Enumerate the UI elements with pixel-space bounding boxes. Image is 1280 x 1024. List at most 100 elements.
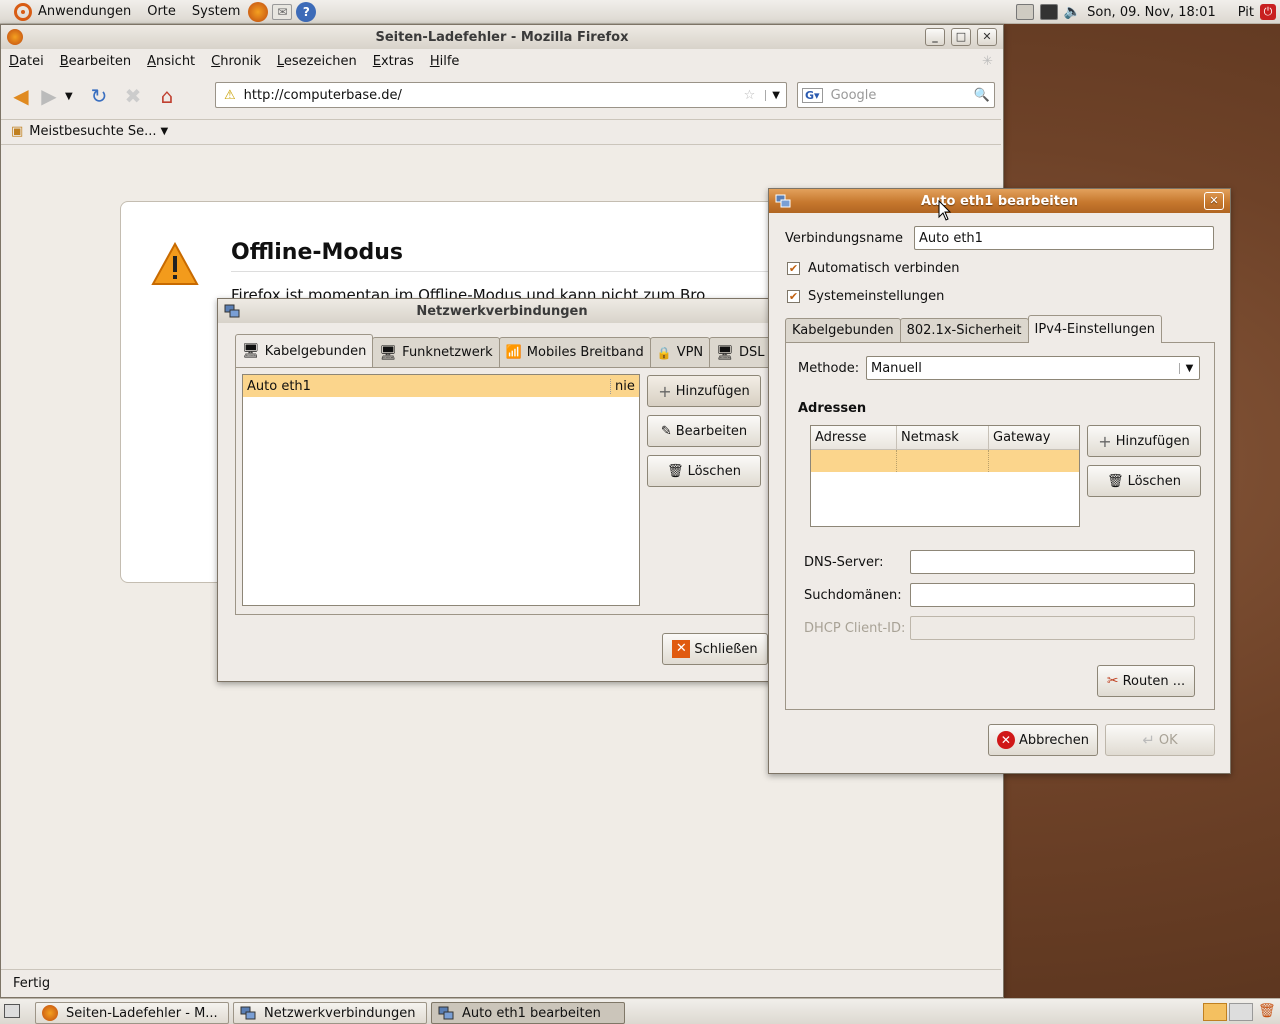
wireless-icon: 🖥 <box>379 344 398 361</box>
forward-icon[interactable]: ▶ <box>35 82 63 110</box>
menu-orte[interactable]: Orte <box>139 0 184 24</box>
power-icon[interactable]: ⏻ <box>1260 4 1276 20</box>
workspace-2[interactable] <box>1229 1003 1253 1021</box>
table-row[interactable] <box>811 450 1079 472</box>
close-icon: ✕ <box>672 640 691 658</box>
menu-bearbeiten[interactable]: Bearbeiten <box>52 54 139 69</box>
return-icon: ↵ <box>1142 731 1155 749</box>
system-tray: 🔈 Son, 09. Nov, 18:01 Pit ⏻ <box>1015 0 1280 24</box>
auto-connect-checkbox[interactable]: ✔ Automatisch verbinden <box>787 261 959 276</box>
task-firefox[interactable]: Seiten-Ladefehler - M... <box>35 1002 229 1024</box>
column-gateway[interactable]: Gateway <box>989 426 1079 449</box>
window-title: Netzwerkverbindungen <box>416 303 588 319</box>
system-settings-checkbox[interactable]: ✔ Systemeinstellungen <box>787 289 944 304</box>
history-dropdown-icon[interactable]: ▼ <box>65 91 79 102</box>
network-connections-icon <box>240 1006 256 1020</box>
search-icon[interactable]: 🔍 <box>974 88 990 103</box>
workspace-1[interactable] <box>1203 1003 1227 1021</box>
minimize-button[interactable]: _ <box>925 28 945 46</box>
task-network-connections[interactable]: Netzwerkverbindungen <box>233 1002 427 1024</box>
network-connections-icon <box>775 194 791 208</box>
trash-icon[interactable]: 🗑 <box>1258 1003 1276 1021</box>
cancel-icon: ✕ <box>996 731 1015 749</box>
close-button[interactable]: ✕ Schließen <box>662 633 768 665</box>
button-label: Bearbeiten <box>675 423 748 439</box>
window-title: Seiten-Ladefehler - Mozilla Firefox <box>375 29 629 45</box>
firefox-icon <box>42 1005 58 1021</box>
tab-ipv4-einstellungen[interactable]: IPv4-Einstellungen <box>1027 315 1162 343</box>
close-button[interactable]: ✕ <box>1204 192 1224 210</box>
check-icon: ✔ <box>787 290 800 303</box>
tab-kabelgebunden[interactable]: 🖥 Kabelgebunden <box>235 334 374 367</box>
search-domains-field[interactable] <box>910 583 1195 607</box>
menu-extras[interactable]: Extras <box>365 54 422 69</box>
search-placeholder: Google <box>830 87 877 103</box>
url-dropdown-icon[interactable]: ▼ <box>765 89 786 101</box>
menu-datei[interactable]: Datei <box>1 54 52 69</box>
search-bar[interactable]: G▾ Google 🔍 <box>797 82 995 108</box>
tab-vpn[interactable]: 🔒 VPN <box>649 337 711 367</box>
mail-icon[interactable]: ✉ <box>272 3 293 20</box>
menu-chronik[interactable]: Chronik <box>203 54 269 69</box>
google-icon[interactable]: G▾ <box>802 87 823 103</box>
column-adresse[interactable]: Adresse <box>811 426 897 449</box>
status-bar: Fertig <box>1 969 1001 997</box>
connections-list[interactable]: Auto eth1 nie <box>242 374 640 606</box>
show-desktop-icon[interactable] <box>4 1004 20 1018</box>
delete-button[interactable]: 🗑 Löschen <box>647 455 761 487</box>
addresses-table[interactable]: Adresse Netmask Gateway <box>810 425 1080 527</box>
button-label: Hinzufügen <box>1115 433 1190 449</box>
network-icon[interactable] <box>1039 4 1058 20</box>
reload-icon[interactable]: ↻ <box>85 82 113 110</box>
checkbox-label: Automatisch verbinden <box>808 261 960 276</box>
connection-last-used: nie <box>615 378 635 394</box>
tab-8021x-sicherheit[interactable]: 802.1x-Sicherheit <box>899 318 1029 342</box>
bookmark-meistbesuchte[interactable]: Meistbesuchte Se... <box>29 124 156 139</box>
back-icon[interactable]: ◀ <box>7 82 35 110</box>
menu-anwendungen[interactable]: Anwendungen <box>0 0 139 24</box>
home-icon[interactable]: ⌂ <box>153 82 181 110</box>
top-panel: Anwendungen Orte System ✉ ? 🔈 Son, 09. N… <box>0 0 1280 24</box>
task-edit-connection[interactable]: Auto eth1 bearbeiten <box>431 1002 625 1024</box>
add-address-button[interactable]: + Hinzufügen <box>1087 425 1201 457</box>
routes-button[interactable]: ✂ Routen ... <box>1097 665 1195 697</box>
addresses-heading: Adressen <box>798 401 867 416</box>
stop-icon[interactable]: ✖ <box>119 82 147 110</box>
add-button[interactable]: + Hinzufügen <box>647 375 761 407</box>
help-icon[interactable]: ? <box>296 1 317 22</box>
menu-system[interactable]: System <box>184 0 248 24</box>
chevron-down-icon: ▼ <box>160 126 169 137</box>
maximize-button[interactable]: □ <box>951 28 971 46</box>
dhcp-client-id-label: DHCP Client-ID: <box>804 621 906 636</box>
method-select[interactable]: Manuell ▼ <box>866 356 1200 380</box>
firefox-titlebar[interactable]: Seiten-Ladefehler - Mozilla Firefox _ □ … <box>1 25 1003 49</box>
tab-dsl[interactable]: 🖥 DSL <box>709 337 772 367</box>
menu-label: Orte <box>147 4 176 19</box>
menu-hilfe[interactable]: Hilfe <box>422 54 468 69</box>
menu-lesezeichen[interactable]: Lesezeichen <box>269 54 365 69</box>
close-button[interactable]: ✕ <box>977 28 997 46</box>
connection-name-field[interactable]: Auto eth1 <box>914 226 1214 250</box>
firefox-icon[interactable] <box>248 1 269 22</box>
volume-icon[interactable]: 🔈 <box>1064 4 1081 20</box>
printer-icon[interactable] <box>1015 4 1034 20</box>
field-value: Auto eth1 <box>919 230 983 246</box>
edit-titlebar[interactable]: Auto eth1 bearbeiten ✕ <box>769 189 1230 213</box>
lock-icon: 🔒 <box>656 345 672 360</box>
tab-kabelgebunden[interactable]: Kabelgebunden <box>785 318 901 342</box>
list-item[interactable]: Auto eth1 nie <box>243 375 639 397</box>
clock[interactable]: Son, 09. Nov, 18:01 <box>1087 5 1216 20</box>
user-name[interactable]: Pit <box>1238 5 1254 20</box>
edit-button[interactable]: ✎ Bearbeiten <box>647 415 761 447</box>
menu-ansicht[interactable]: Ansicht <box>139 54 203 69</box>
url-bar[interactable]: ⚠ http://computerbase.de/ ☆ ▼ <box>215 82 787 108</box>
column-netmask[interactable]: Netmask <box>897 426 989 449</box>
dns-server-field[interactable] <box>910 550 1195 574</box>
tab-mobiles-breitband[interactable]: 📶 Mobiles Breitband <box>498 337 651 367</box>
tab-funknetzwerk[interactable]: 🖥 Funknetzwerk <box>372 337 500 367</box>
star-icon[interactable]: ☆ <box>744 88 756 103</box>
delete-address-button[interactable]: 🗑 Löschen <box>1087 465 1201 497</box>
antenna-icon: 📶 <box>505 345 522 360</box>
cancel-button[interactable]: ✕ Abbrechen <box>988 724 1098 756</box>
network-titlebar[interactable]: Netzwerkverbindungen <box>218 299 786 323</box>
